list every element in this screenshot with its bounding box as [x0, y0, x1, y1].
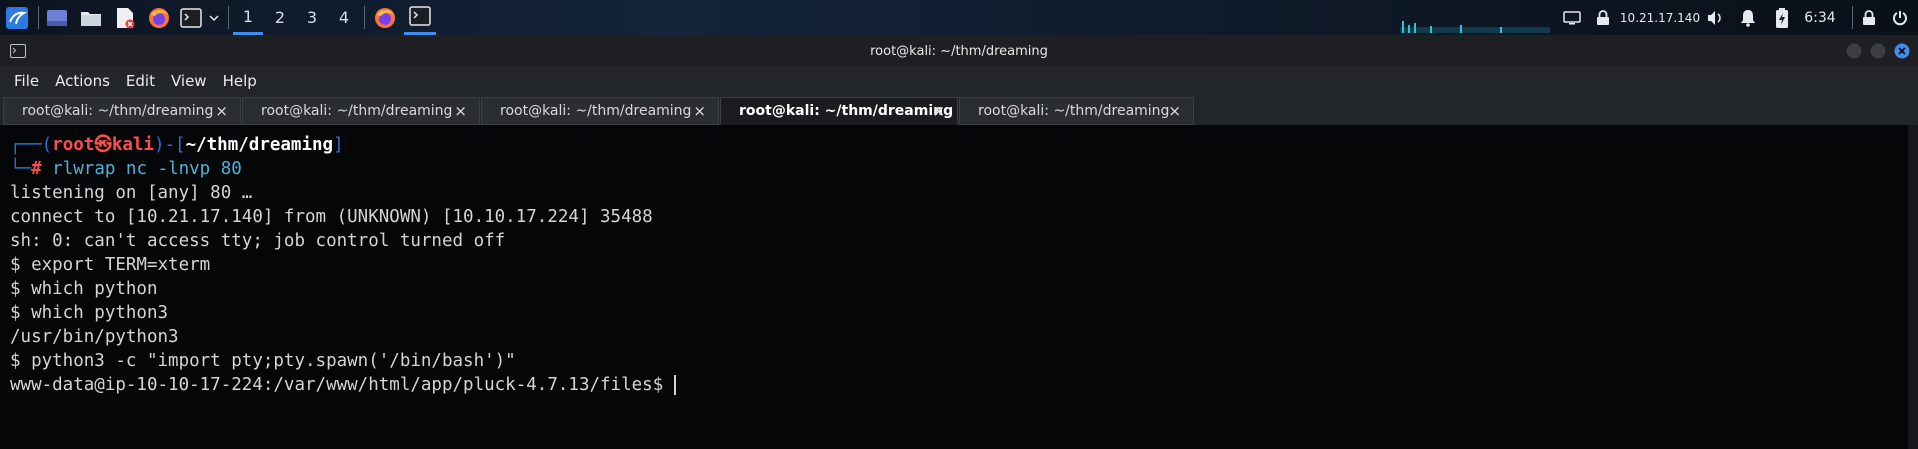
maximize-button[interactable]: [1870, 43, 1886, 63]
tab-label: root@kali: ~/thm/dreaming: [500, 103, 692, 119]
workspace-1[interactable]: 1: [233, 0, 263, 35]
panel-separator: [38, 6, 39, 29]
panel-separator: [1852, 6, 1853, 29]
output-line: /usr/bin/python3: [10, 327, 179, 347]
text-cursor: [673, 375, 676, 395]
lock-screen-icon[interactable]: [1858, 0, 1880, 35]
ip-address-label: 10.21.17.140: [1619, 10, 1701, 25]
menu-actions[interactable]: Actions: [55, 72, 110, 90]
clock[interactable]: 6:34: [1800, 0, 1840, 35]
output-line: connect to [10.21.17.140] from (UNKNOWN)…: [10, 207, 653, 227]
volume-icon[interactable]: [1704, 0, 1726, 35]
output-line: $ which python: [10, 279, 158, 299]
terminal-window: root@kali: ~/thm/dreaming File Actions E…: [0, 35, 1918, 449]
menu-view[interactable]: View: [171, 72, 207, 90]
tab-label: root@kali: ~/thm/dreaming: [22, 103, 214, 119]
workspace-2[interactable]: 2: [265, 0, 295, 35]
tab-label: root@kali: ~/thm/dreaming: [978, 103, 1170, 119]
text-editor-icon[interactable]: [112, 0, 138, 35]
terminal-scrollbar[interactable]: [1908, 125, 1918, 449]
chevron-down-icon[interactable]: [206, 0, 222, 35]
panel-separator: [228, 6, 229, 29]
tab-close-icon[interactable]: ×: [693, 102, 706, 120]
output-line: listening on [any] 80 …: [10, 183, 253, 203]
terminal-tab-1[interactable]: root@kali: ~/thm/dreaming ×: [3, 97, 241, 125]
menu-edit[interactable]: Edit: [126, 72, 155, 90]
output-line: $ which python3: [10, 303, 169, 323]
workspace-4[interactable]: 4: [329, 0, 359, 35]
terminal-tab-4-active[interactable]: root@kali: ~/thm/dreaming ×: [720, 97, 958, 125]
prompt-command-line: └─# rlwrap nc -lnvp 80: [10, 159, 242, 179]
output-line: $ export TERM=xterm: [10, 255, 211, 275]
prompt-hash: #: [31, 159, 42, 179]
battery-charging-icon[interactable]: [1772, 0, 1792, 35]
output-line: sh: 0: can't access tty; job control tur…: [10, 231, 506, 251]
shell-prompt: www-data@ip-10-10-17-224:/var/www/html/a…: [10, 375, 674, 395]
show-desktop-icon[interactable]: [44, 0, 70, 35]
terminal-tab-3[interactable]: root@kali: ~/thm/dreaming ×: [481, 97, 719, 125]
taskbar-terminal-icon[interactable]: [404, 0, 436, 35]
close-window-button[interactable]: [1894, 43, 1910, 63]
logout-power-icon[interactable]: [1888, 0, 1912, 35]
terminal-tab-2[interactable]: root@kali: ~/thm/dreaming ×: [242, 97, 480, 125]
prompt-command: rlwrap nc -lnvp 80: [52, 159, 242, 179]
menu-help[interactable]: Help: [223, 72, 257, 90]
prompt-at-symbol: ㉿: [94, 135, 112, 155]
prompt-path: ~/thm/dreaming: [185, 135, 334, 155]
output-line: $ python3 -c "import pty;pty.spawn('/bin…: [10, 351, 516, 371]
window-terminal-icon: [10, 43, 26, 62]
file-manager-icon[interactable]: [78, 0, 104, 35]
tab-close-icon[interactable]: ×: [215, 102, 228, 120]
terminal-tab-5[interactable]: root@kali: ~/thm/dreaming ×: [959, 97, 1194, 125]
shell-prompt-line: www-data@ip-10-10-17-224:/var/www/html/a…: [10, 373, 676, 397]
terminal-output[interactable]: ┌──(root㉿kali)-[~/thm/dreaming] └─# rlwr…: [0, 125, 1908, 449]
notification-bell-icon[interactable]: [1737, 0, 1759, 35]
prompt-host: kali: [111, 135, 154, 155]
taskbar-firefox-icon[interactable]: [370, 0, 400, 35]
prompt-header: ┌──(root㉿kali)-[~/thm/dreaming]: [10, 135, 344, 155]
terminal-icon[interactable]: [178, 0, 204, 35]
panel-separator: [364, 6, 365, 29]
minimize-button[interactable]: [1846, 43, 1862, 63]
kali-menu-icon[interactable]: [2, 0, 32, 35]
workspace-3[interactable]: 3: [297, 0, 327, 35]
window-title: root@kali: ~/thm/dreaming: [870, 43, 1048, 59]
tab-close-icon[interactable]: ×: [1168, 102, 1181, 120]
display-icon[interactable]: [1562, 0, 1582, 35]
firefox-icon[interactable]: [146, 0, 172, 35]
top-panel: 1 2 3 4 10.21.17.140 6:34: [0, 0, 1918, 35]
vpn-lock-icon[interactable]: [1593, 0, 1613, 35]
tab-bar: root@kali: ~/thm/dreaming × root@kali: ~…: [0, 95, 1918, 125]
menu-file[interactable]: File: [14, 72, 39, 90]
prompt-user: root: [52, 135, 95, 155]
tab-label: root@kali: ~/thm/dreaming: [261, 103, 453, 119]
tab-close-icon[interactable]: ×: [932, 102, 945, 120]
menu-bar: File Actions Edit View Help: [0, 67, 1918, 95]
cpu-graph: [1400, 0, 1550, 35]
tab-close-icon[interactable]: ×: [454, 102, 467, 120]
tab-label: root@kali: ~/thm/dreaming: [739, 102, 954, 119]
window-titlebar[interactable]: root@kali: ~/thm/dreaming: [0, 35, 1918, 67]
